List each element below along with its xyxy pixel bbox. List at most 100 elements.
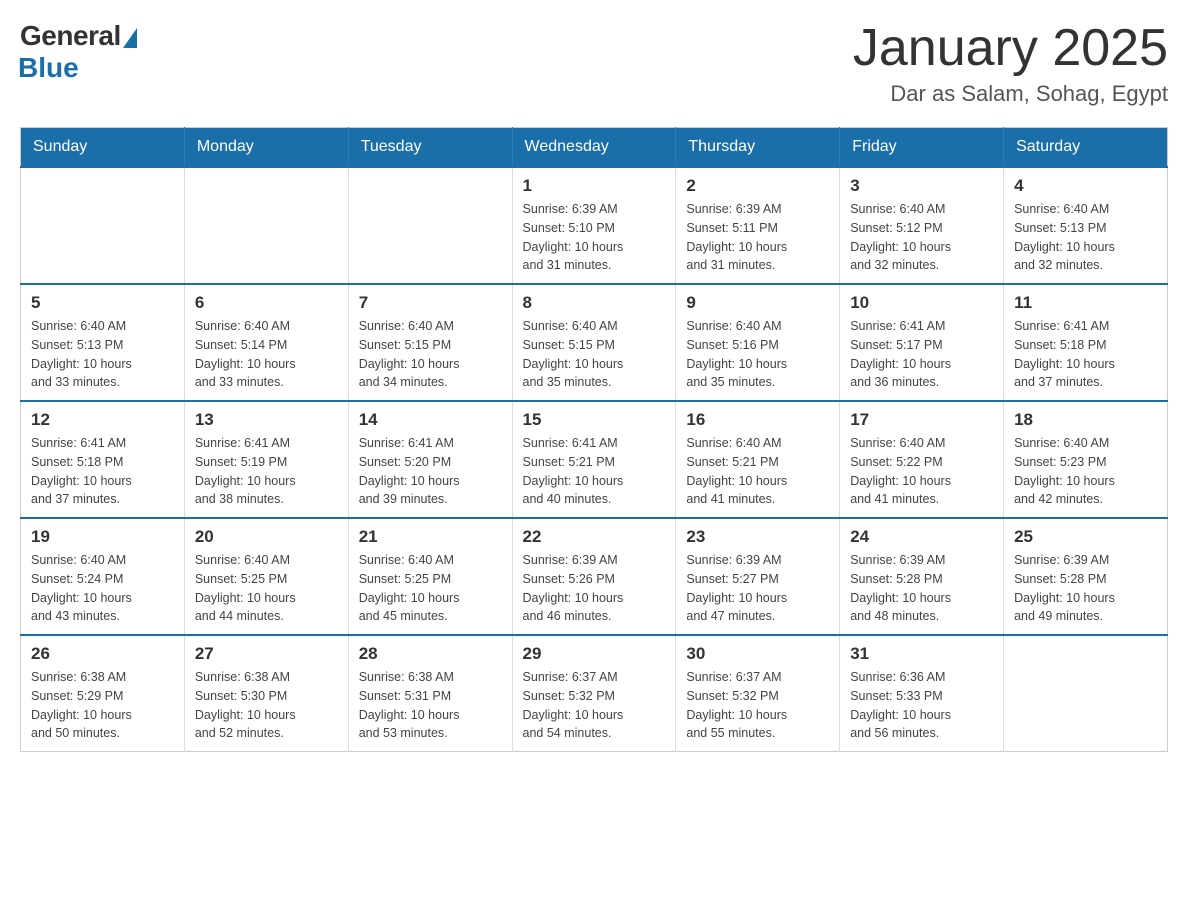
calendar-day-cell <box>21 167 185 284</box>
day-number: 11 <box>1014 293 1157 313</box>
logo-general-text: General <box>20 20 121 52</box>
day-number: 21 <box>359 527 502 547</box>
calendar-day-cell: 7 Sunrise: 6:40 AM Sunset: 5:15 PM Daylig… <box>348 284 512 401</box>
day-number: 28 <box>359 644 502 664</box>
calendar-day-cell: 15Sunrise: 6:41 AM Sunset: 5:21 PM Dayli… <box>512 401 676 518</box>
calendar-day-cell: 24Sunrise: 6:39 AM Sunset: 5:28 PM Dayli… <box>840 518 1004 635</box>
day-info: Sunrise: 6:38 AM Sunset: 5:31 PM Dayligh… <box>359 668 502 743</box>
day-number: 24 <box>850 527 993 547</box>
day-number: 20 <box>195 527 338 547</box>
day-info: Sunrise: 6:40 AM Sunset: 5:13 PM Dayligh… <box>31 317 174 392</box>
calendar-day-cell: 18 Sunrise: 6:40 AM Sunset: 5:23 PM Dayli… <box>1004 401 1168 518</box>
calendar-header-day: Wednesday <box>512 128 676 168</box>
calendar-day-cell: 3Sunrise: 6:40 AM Sunset: 5:12 PM Daylig… <box>840 167 1004 284</box>
calendar-header-day: Friday <box>840 128 1004 168</box>
calendar-day-cell: 8 Sunrise: 6:40 AM Sunset: 5:15 PM Daylig… <box>512 284 676 401</box>
day-number: 25 <box>1014 527 1157 547</box>
calendar-day-cell: 2 Sunrise: 6:39 AM Sunset: 5:11 PM Daylig… <box>676 167 840 284</box>
day-number: 23 <box>686 527 829 547</box>
day-info: Sunrise: 6:41 AM Sunset: 5:21 PM Dayligh… <box>523 434 666 509</box>
calendar-day-cell: 27 Sunrise: 6:38 AM Sunset: 5:30 PM Dayli… <box>184 635 348 752</box>
day-info: Sunrise: 6:39 AM Sunset: 5:27 PM Dayligh… <box>686 551 829 626</box>
calendar-day-cell <box>184 167 348 284</box>
day-info: Sunrise: 6:36 AM Sunset: 5:33 PM Dayligh… <box>850 668 993 743</box>
day-number: 3 <box>850 176 993 196</box>
calendar-day-cell: 9Sunrise: 6:40 AM Sunset: 5:16 PM Daylig… <box>676 284 840 401</box>
day-number: 19 <box>31 527 174 547</box>
calendar-day-cell: 11 Sunrise: 6:41 AM Sunset: 5:18 PM Dayli… <box>1004 284 1168 401</box>
calendar-header-day: Sunday <box>21 128 185 168</box>
logo: General Blue <box>20 20 137 84</box>
calendar-day-cell: 20 Sunrise: 6:40 AM Sunset: 5:25 PM Dayli… <box>184 518 348 635</box>
day-info: Sunrise: 6:41 AM Sunset: 5:17 PM Dayligh… <box>850 317 993 392</box>
day-number: 26 <box>31 644 174 664</box>
day-number: 12 <box>31 410 174 430</box>
calendar-day-cell: 23 Sunrise: 6:39 AM Sunset: 5:27 PM Dayli… <box>676 518 840 635</box>
day-number: 16 <box>686 410 829 430</box>
day-number: 2 <box>686 176 829 196</box>
calendar-day-cell: 17 Sunrise: 6:40 AM Sunset: 5:22 PM Dayli… <box>840 401 1004 518</box>
calendar-day-cell: 30Sunrise: 6:37 AM Sunset: 5:32 PM Dayli… <box>676 635 840 752</box>
day-number: 29 <box>523 644 666 664</box>
day-info: Sunrise: 6:41 AM Sunset: 5:18 PM Dayligh… <box>1014 317 1157 392</box>
day-info: Sunrise: 6:40 AM Sunset: 5:25 PM Dayligh… <box>359 551 502 626</box>
calendar-header-day: Saturday <box>1004 128 1168 168</box>
day-info: Sunrise: 6:39 AM Sunset: 5:11 PM Dayligh… <box>686 200 829 275</box>
calendar-day-cell: 21 Sunrise: 6:40 AM Sunset: 5:25 PM Dayli… <box>348 518 512 635</box>
day-info: Sunrise: 6:38 AM Sunset: 5:30 PM Dayligh… <box>195 668 338 743</box>
day-number: 22 <box>523 527 666 547</box>
day-info: Sunrise: 6:41 AM Sunset: 5:20 PM Dayligh… <box>359 434 502 509</box>
day-info: Sunrise: 6:40 AM Sunset: 5:22 PM Dayligh… <box>850 434 993 509</box>
day-info: Sunrise: 6:40 AM Sunset: 5:23 PM Dayligh… <box>1014 434 1157 509</box>
calendar-day-cell: 4 Sunrise: 6:40 AM Sunset: 5:13 PM Daylig… <box>1004 167 1168 284</box>
day-info: Sunrise: 6:40 AM Sunset: 5:15 PM Dayligh… <box>523 317 666 392</box>
day-number: 5 <box>31 293 174 313</box>
calendar-header-row: SundayMondayTuesdayWednesdayThursdayFrid… <box>21 128 1168 168</box>
day-info: Sunrise: 6:40 AM Sunset: 5:21 PM Dayligh… <box>686 434 829 509</box>
day-info: Sunrise: 6:37 AM Sunset: 5:32 PM Dayligh… <box>523 668 666 743</box>
calendar-week-row: 5 Sunrise: 6:40 AM Sunset: 5:13 PM Daylig… <box>21 284 1168 401</box>
calendar-day-cell: 26Sunrise: 6:38 AM Sunset: 5:29 PM Dayli… <box>21 635 185 752</box>
calendar-subtitle: Dar as Salam, Sohag, Egypt <box>853 81 1168 107</box>
calendar-week-row: 12 Sunrise: 6:41 AM Sunset: 5:18 PM Dayli… <box>21 401 1168 518</box>
day-number: 7 <box>359 293 502 313</box>
day-number: 17 <box>850 410 993 430</box>
title-area: January 2025 Dar as Salam, Sohag, Egypt <box>853 20 1168 107</box>
day-info: Sunrise: 6:39 AM Sunset: 5:10 PM Dayligh… <box>523 200 666 275</box>
calendar-table: SundayMondayTuesdayWednesdayThursdayFrid… <box>20 127 1168 752</box>
calendar-header-day: Thursday <box>676 128 840 168</box>
day-number: 27 <box>195 644 338 664</box>
day-info: Sunrise: 6:39 AM Sunset: 5:28 PM Dayligh… <box>1014 551 1157 626</box>
calendar-week-row: 26Sunrise: 6:38 AM Sunset: 5:29 PM Dayli… <box>21 635 1168 752</box>
day-info: Sunrise: 6:37 AM Sunset: 5:32 PM Dayligh… <box>686 668 829 743</box>
calendar-day-cell <box>1004 635 1168 752</box>
logo-triangle-icon <box>123 28 137 48</box>
day-info: Sunrise: 6:41 AM Sunset: 5:19 PM Dayligh… <box>195 434 338 509</box>
day-number: 18 <box>1014 410 1157 430</box>
day-info: Sunrise: 6:40 AM Sunset: 5:13 PM Dayligh… <box>1014 200 1157 275</box>
day-number: 1 <box>523 176 666 196</box>
calendar-day-cell: 19Sunrise: 6:40 AM Sunset: 5:24 PM Dayli… <box>21 518 185 635</box>
day-number: 31 <box>850 644 993 664</box>
day-info: Sunrise: 6:40 AM Sunset: 5:15 PM Dayligh… <box>359 317 502 392</box>
day-info: Sunrise: 6:41 AM Sunset: 5:18 PM Dayligh… <box>31 434 174 509</box>
day-number: 8 <box>523 293 666 313</box>
day-number: 13 <box>195 410 338 430</box>
day-number: 6 <box>195 293 338 313</box>
day-info: Sunrise: 6:40 AM Sunset: 5:25 PM Dayligh… <box>195 551 338 626</box>
calendar-day-cell: 5 Sunrise: 6:40 AM Sunset: 5:13 PM Daylig… <box>21 284 185 401</box>
calendar-day-cell: 10 Sunrise: 6:41 AM Sunset: 5:17 PM Dayli… <box>840 284 1004 401</box>
calendar-day-cell <box>348 167 512 284</box>
day-number: 4 <box>1014 176 1157 196</box>
day-number: 10 <box>850 293 993 313</box>
calendar-header-day: Monday <box>184 128 348 168</box>
calendar-day-cell: 25 Sunrise: 6:39 AM Sunset: 5:28 PM Dayli… <box>1004 518 1168 635</box>
day-number: 9 <box>686 293 829 313</box>
calendar-header-day: Tuesday <box>348 128 512 168</box>
calendar-day-cell: 22Sunrise: 6:39 AM Sunset: 5:26 PM Dayli… <box>512 518 676 635</box>
calendar-week-row: 19Sunrise: 6:40 AM Sunset: 5:24 PM Dayli… <box>21 518 1168 635</box>
calendar-day-cell: 31 Sunrise: 6:36 AM Sunset: 5:33 PM Dayli… <box>840 635 1004 752</box>
calendar-week-row: 1 Sunrise: 6:39 AM Sunset: 5:10 PM Daylig… <box>21 167 1168 284</box>
calendar-day-cell: 12 Sunrise: 6:41 AM Sunset: 5:18 PM Dayli… <box>21 401 185 518</box>
calendar-day-cell: 16 Sunrise: 6:40 AM Sunset: 5:21 PM Dayli… <box>676 401 840 518</box>
